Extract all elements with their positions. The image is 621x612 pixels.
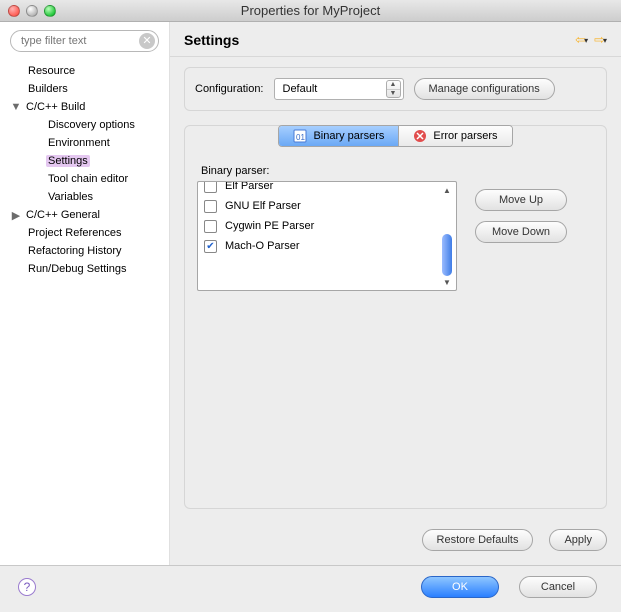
tree-item-toolchain[interactable]: Tool chain editor	[6, 170, 163, 188]
parser-label-text: Cygwin PE Parser	[225, 220, 314, 232]
scroll-thumb[interactable]	[442, 234, 452, 276]
error-circle-icon	[413, 129, 427, 143]
tree-label: Settings	[46, 155, 90, 167]
parser-listbox[interactable]: Elf Parser GNU Elf Parser Cygwin PE Pars…	[197, 181, 457, 291]
minimize-window-icon	[26, 5, 38, 17]
configuration-row: Configuration: Default ▲▼ Manage configu…	[184, 67, 607, 111]
binary-parser-label: Binary parser:	[201, 165, 594, 177]
tree-item-cpp-build[interactable]: ▼ C/C++ Build	[6, 98, 163, 116]
parser-item[interactable]: Cygwin PE Parser	[204, 216, 440, 236]
clear-filter-icon[interactable]: ✕	[139, 33, 155, 49]
tree-label: C/C++ Build	[24, 101, 87, 113]
tree-item-builders[interactable]: Builders	[6, 80, 163, 98]
tree-label: Run/Debug Settings	[26, 263, 128, 275]
configuration-label: Configuration:	[195, 83, 264, 95]
tree-label: Project References	[26, 227, 124, 239]
scrollbar[interactable]: ▲ ▼	[440, 184, 454, 288]
scroll-down-icon[interactable]: ▼	[440, 276, 454, 288]
tree-item-settings[interactable]: Settings	[6, 152, 163, 170]
tree-item-environment[interactable]: Environment	[6, 134, 163, 152]
tree-label: Discovery options	[46, 119, 137, 131]
tree-item-run-debug[interactable]: Run/Debug Settings	[6, 260, 163, 278]
nav-back-button[interactable]: ⇦▾	[575, 32, 588, 48]
apply-button[interactable]: Apply	[549, 529, 607, 551]
scroll-up-icon[interactable]: ▲	[440, 184, 454, 196]
tab-binary-parsers[interactable]: 01 Binary parsers	[279, 126, 398, 146]
checkbox-icon[interactable]	[204, 220, 217, 233]
parser-label-text: Mach-O Parser	[225, 240, 300, 252]
titlebar: Properties for MyProject	[0, 0, 621, 22]
filter-input[interactable]	[10, 30, 159, 52]
configuration-select[interactable]: Default ▲▼	[274, 78, 404, 100]
tab-label: Binary parsers	[313, 130, 384, 142]
tree-label: Resource	[26, 65, 77, 77]
tab-error-parsers[interactable]: Error parsers	[398, 126, 511, 146]
tree-label: Environment	[46, 137, 112, 149]
move-up-button[interactable]: Move Up	[475, 189, 567, 211]
disclosure-triangle-right-icon[interactable]: ▶	[10, 209, 22, 221]
tree-item-project-refs[interactable]: Project References	[6, 224, 163, 242]
nav-forward-button[interactable]: ⇨▾	[594, 32, 607, 48]
checkbox-checked-icon[interactable]: ✔	[204, 240, 217, 253]
parser-item[interactable]: Elf Parser	[204, 181, 440, 196]
page-title: Settings	[184, 32, 239, 48]
parser-label-text: GNU Elf Parser	[225, 200, 301, 212]
parser-label-text: Elf Parser	[225, 181, 273, 192]
tab-label: Error parsers	[433, 130, 497, 142]
tree-item-variables[interactable]: Variables	[6, 188, 163, 206]
tree-label: Builders	[26, 83, 70, 95]
cancel-button[interactable]: Cancel	[519, 576, 597, 598]
zoom-window-icon[interactable]	[44, 5, 56, 17]
category-sidebar: ✕ Resource Builders ▼ C/C++ Build Discov…	[0, 22, 170, 565]
tree-label: C/C++ General	[24, 209, 102, 221]
tree-label: Tool chain editor	[46, 173, 130, 185]
tree-item-cpp-general[interactable]: ▶ C/C++ General	[6, 206, 163, 224]
parser-item[interactable]: GNU Elf Parser	[204, 196, 440, 216]
tree-label: Variables	[46, 191, 95, 203]
parser-item[interactable]: ✔ Mach-O Parser	[204, 236, 440, 256]
checkbox-icon[interactable]	[204, 181, 217, 193]
restore-defaults-button[interactable]: Restore Defaults	[422, 529, 534, 551]
window-title: Properties for MyProject	[0, 3, 621, 18]
checkbox-icon[interactable]	[204, 200, 217, 213]
manage-configurations-button[interactable]: Manage configurations	[414, 78, 555, 100]
stepper-icon[interactable]: ▲▼	[386, 80, 401, 98]
tree-item-refactoring[interactable]: Refactoring History	[6, 242, 163, 260]
configuration-value: Default	[283, 83, 318, 95]
close-window-icon[interactable]	[8, 5, 20, 17]
binary-file-icon: 01	[293, 129, 307, 143]
move-down-button[interactable]: Move Down	[475, 221, 567, 243]
svg-text:01: 01	[296, 133, 305, 142]
tree-item-resource[interactable]: Resource	[6, 62, 163, 80]
ok-button[interactable]: OK	[421, 576, 499, 598]
help-icon[interactable]: ?	[18, 578, 36, 596]
tree-label: Refactoring History	[26, 245, 124, 257]
tree-item-discovery[interactable]: Discovery options	[6, 116, 163, 134]
disclosure-triangle-down-icon[interactable]: ▼	[10, 101, 22, 113]
